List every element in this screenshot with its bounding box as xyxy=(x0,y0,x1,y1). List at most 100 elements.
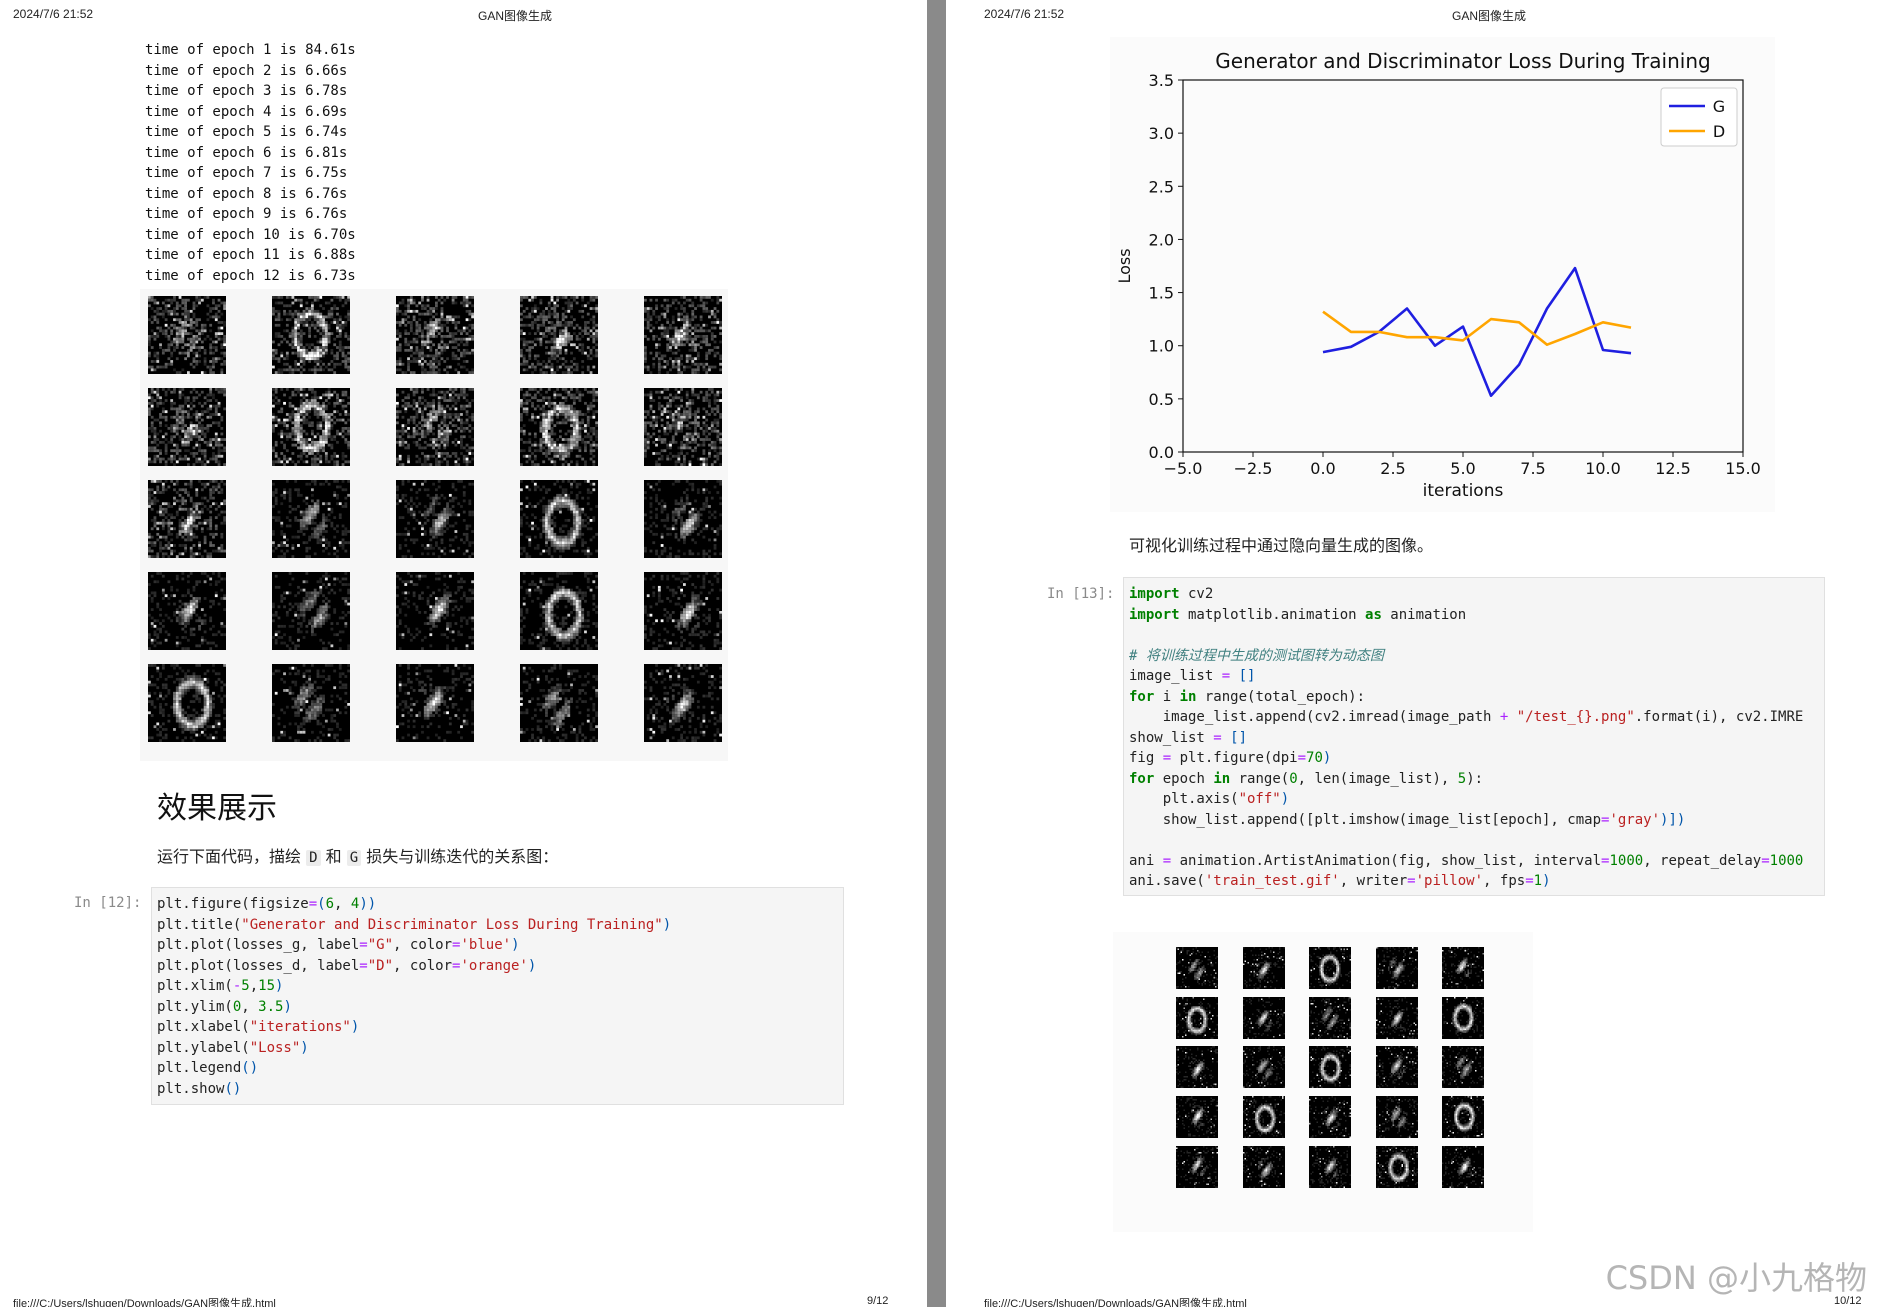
code-token: , writer xyxy=(1339,873,1408,889)
generated-digit-image xyxy=(1375,996,1418,1039)
generated-digit-image xyxy=(148,480,226,558)
code-token: plt.ylim( xyxy=(157,998,233,1015)
loss-chart: −5.0 −2.5 0.0 2.5 5.0 7.5 10.0 12.5 15.00.00.51.… xyxy=(1115,49,1761,501)
output-line: time of epoch 5 is 6.74s xyxy=(145,124,348,140)
y-tick-label: 1.5 xyxy=(1149,284,1174,303)
y-tick-label: 2.5 xyxy=(1149,177,1174,196)
footer-path: file:///C:/Users/lshugen/Downloads/GAN图像… xyxy=(13,1298,276,1307)
code-token: ) xyxy=(1542,873,1551,889)
code-token: in xyxy=(1213,770,1231,787)
digit-image-cell xyxy=(644,388,722,466)
chart-title: Generator and Discriminator Loss During … xyxy=(1215,49,1710,73)
digit-image-cell xyxy=(644,296,722,374)
digit-image-cell xyxy=(148,388,226,466)
frame-image-cell xyxy=(1309,996,1351,1039)
frame-image-cell xyxy=(1442,947,1484,989)
footer-path: file:///C:/Users/lshugen/Downloads/GAN图像… xyxy=(984,1298,1247,1307)
generated-digit-image xyxy=(1309,1046,1351,1089)
y-axis-label: Loss xyxy=(1115,248,1134,283)
legend-label-G: G xyxy=(1713,97,1725,116)
generated-digit-image xyxy=(1442,1145,1484,1188)
code-token: 'gray' xyxy=(1609,811,1661,828)
output-line: time of epoch 12 is 6.73s xyxy=(145,267,356,284)
epoch-time-output: time of epoch 1 is 84.61s time of epoch … xyxy=(145,40,356,286)
digit-image-cell xyxy=(396,296,474,374)
code-token: "G" xyxy=(367,937,394,953)
header-title: GAN图像生成 xyxy=(1452,9,1527,23)
cell-prompt-13: In [13]: xyxy=(1047,586,1115,602)
code-cell-13[interactable]: import cv2 import matplotlib.animation as… xyxy=(1123,577,1825,896)
digit-image-cell xyxy=(148,572,226,650)
code-token: 5 xyxy=(241,978,250,994)
code-token: "D" xyxy=(367,957,394,974)
generated-digit-image xyxy=(396,572,474,650)
code-token: ani xyxy=(1129,852,1163,869)
digit-image-cell xyxy=(396,664,474,742)
code-token: 1000 xyxy=(1769,852,1804,869)
code-token: plt.figure(dpi xyxy=(1171,750,1298,766)
generated-digit-image xyxy=(1242,1096,1285,1139)
code-token: ) xyxy=(662,916,672,933)
code-token: ani.save( xyxy=(1129,873,1205,889)
output-line: time of epoch 9 is 6.76s xyxy=(145,206,348,222)
generated-digit-image xyxy=(1176,1145,1218,1188)
generated-digits-figure xyxy=(140,289,728,761)
description-and: 和 xyxy=(325,847,342,866)
code-token: = xyxy=(1162,750,1172,766)
digit-image-cell xyxy=(148,480,226,558)
code-line: plt.xlim(-5,15) xyxy=(157,976,843,997)
generated-digit-image xyxy=(644,296,722,374)
generated-digit-image xyxy=(396,296,474,374)
frame-image-cell xyxy=(1309,1096,1351,1139)
code-cell-12[interactable]: plt.figure(figsize=(6, 4)) plt.title("Gen… xyxy=(151,887,844,1105)
code-token: ) xyxy=(1280,791,1290,807)
generated-digit-image xyxy=(520,572,598,650)
code-token: 70 xyxy=(1306,750,1323,766)
code-token: i xyxy=(1154,688,1180,705)
output-line: time of epoch 4 is 6.69s xyxy=(145,103,348,120)
code-line: plt.figure(figsize=(6, 4)) xyxy=(157,894,843,915)
generated-digit-image xyxy=(644,664,722,742)
code-token: = xyxy=(1221,668,1231,684)
code-token: [] xyxy=(1221,729,1248,746)
code-token: ) xyxy=(350,1019,360,1035)
generated-digit-image xyxy=(1176,1046,1218,1089)
digit-image-cell xyxy=(396,572,474,650)
code-token: = xyxy=(1162,852,1172,869)
footer-page-number: 9/12 xyxy=(867,1295,889,1307)
header-date: 2024/7/6 21:52 xyxy=(13,7,94,21)
code-line: plt.plot(losses_g, label="G", color='blu… xyxy=(157,935,843,956)
generated-digit-image xyxy=(1242,1046,1285,1089)
generated-digit-image xyxy=(272,572,350,650)
code-token: , repeat_delay xyxy=(1643,852,1762,869)
code-line: plt.legend() xyxy=(157,1058,843,1079)
code-token: animation xyxy=(1381,606,1467,623)
generated-digits-grid xyxy=(148,296,722,742)
code-token: 3.5 xyxy=(258,998,284,1015)
generated-digit-image xyxy=(1442,947,1484,989)
x-tick-label: 10.0 xyxy=(1585,459,1621,478)
code-token: = xyxy=(1761,852,1770,869)
generated-digit-image xyxy=(1309,947,1351,989)
code-token: cv2 xyxy=(1179,586,1214,602)
generated-digit-image xyxy=(396,388,474,466)
code-token: , color xyxy=(393,957,453,974)
code-token: "off" xyxy=(1238,791,1281,807)
code-line: plt.show() xyxy=(157,1079,843,1100)
generated-digit-image xyxy=(644,572,722,650)
code-token: 1000 xyxy=(1609,852,1644,869)
x-tick-label: 7.5 xyxy=(1520,459,1545,478)
digit-image-cell xyxy=(272,664,350,742)
generated-digit-image xyxy=(1375,947,1418,989)
code-token: "iterations" xyxy=(249,1019,351,1035)
section-heading: 效果展示 xyxy=(157,791,277,826)
animation-frame-grid xyxy=(1176,947,1484,1188)
code-token: 0 xyxy=(1289,770,1298,787)
code-token: ) xyxy=(300,1039,309,1056)
code-token: matplotlib.animation xyxy=(1179,606,1366,623)
frame-image-cell xyxy=(1442,1046,1484,1089)
plot-area xyxy=(1182,79,1744,453)
code-token: = xyxy=(1213,729,1222,746)
code-token: 5 xyxy=(1457,770,1467,787)
frame-image-cell xyxy=(1176,1096,1218,1139)
